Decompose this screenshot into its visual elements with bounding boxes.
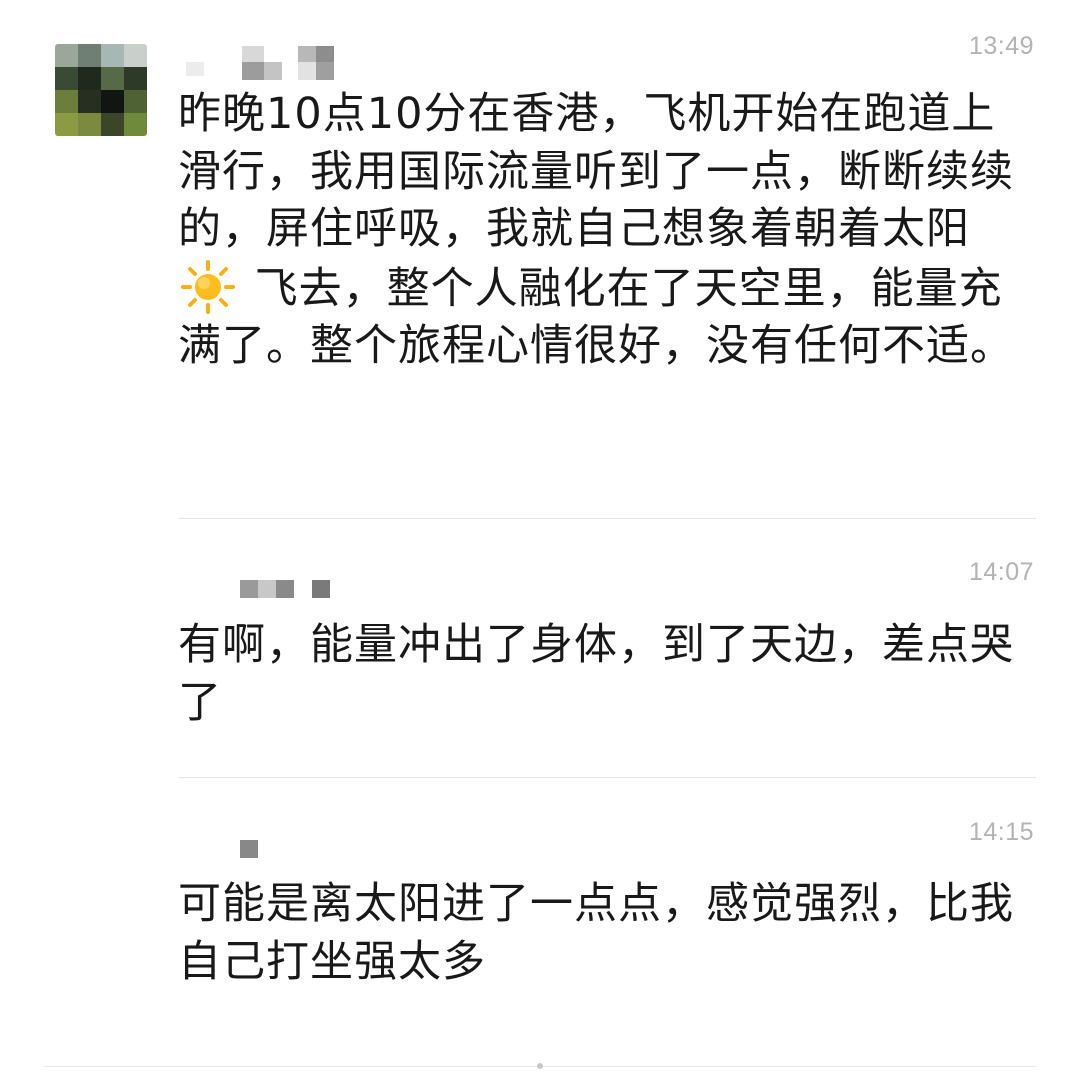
avatar[interactable] xyxy=(55,44,147,136)
message-text: 昨晚10点10分在香港，飞机开始在跑道上滑行，我用国际流量听到了一点，断断续续的… xyxy=(178,86,1028,376)
message-text: 可能是离太阳进了一点点，感觉强烈，比我自己打坐强太多 xyxy=(178,879,1014,987)
message-timestamp: 13:49 xyxy=(968,32,1034,60)
message-timestamp: 14:15 xyxy=(968,818,1034,846)
sun-icon xyxy=(181,259,235,314)
sender-name-blurred xyxy=(240,838,270,858)
sender-name-blurred xyxy=(240,578,340,598)
message-divider xyxy=(178,777,1036,778)
message-divider xyxy=(178,518,1036,519)
message-text-part: 飞去，整个人融化在了天空里，能量充满了。整个旅程心情很好，没有任何不适。 xyxy=(178,263,1014,372)
message-text: 有啊，能量冲出了身体，到了天边，差点哭了 xyxy=(178,620,1014,728)
message-timestamp: 14:07 xyxy=(968,558,1034,586)
scroll-indicator xyxy=(537,1063,543,1069)
sender-name-blurred xyxy=(186,44,336,80)
message-text-part: 昨晚10点10分在香港，飞机开始在跑道上滑行，我用国际流量听到了一点，断断续续的… xyxy=(178,89,1014,254)
